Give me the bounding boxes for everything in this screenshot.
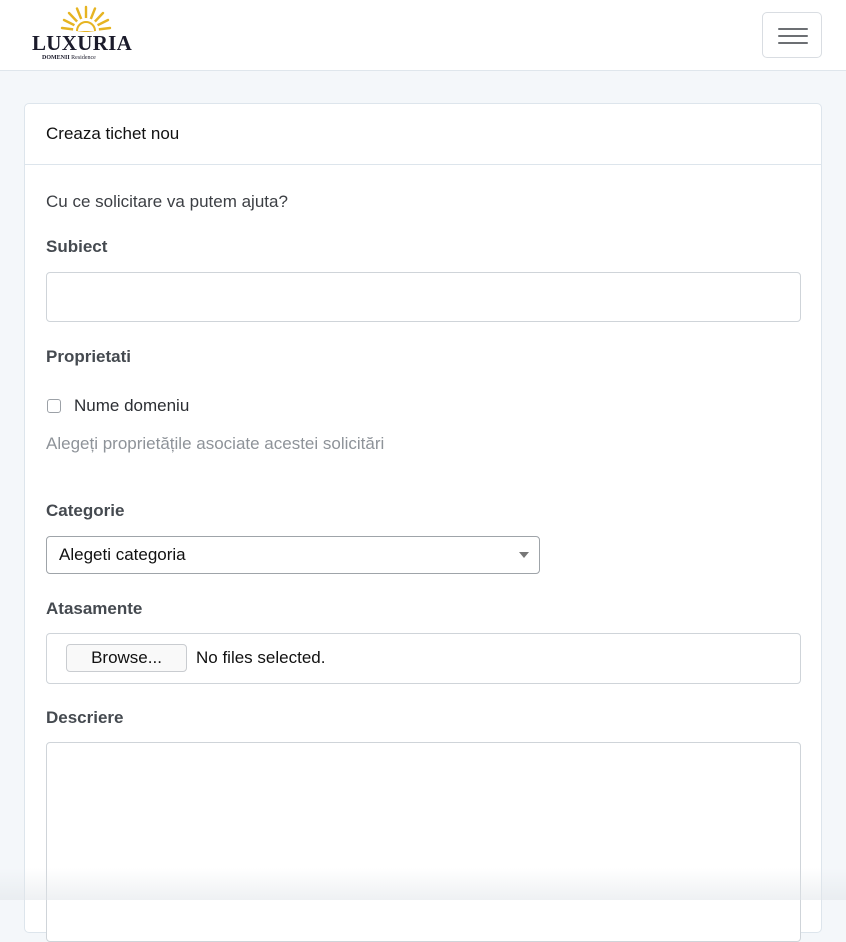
- description-textarea[interactable]: [46, 742, 801, 942]
- browse-button[interactable]: Browse...: [66, 644, 187, 672]
- description-label: Descriere: [46, 708, 124, 727]
- luxuria-logo[interactable]: LUXURIA DOMENII Residence: [30, 4, 142, 66]
- intro-text: Cu ce solicitare va putem ajuta?: [46, 192, 288, 211]
- subject-input[interactable]: [46, 272, 801, 322]
- create-ticket-card: Creaza tichet nou Cu ce solicitare va pu…: [24, 103, 822, 942]
- file-status-text: No files selected.: [196, 648, 326, 667]
- menu-toggle-button[interactable]: [762, 12, 822, 58]
- card-header: Creaza tichet nou: [25, 104, 821, 165]
- top-navbar: LUXURIA DOMENII Residence: [0, 0, 846, 71]
- logo-tagline-regular: Residence: [71, 55, 96, 61]
- logo-tagline: DOMENII Residence: [42, 55, 96, 61]
- logo-tagline-bold: DOMENII: [42, 55, 70, 61]
- subject-label: Subiect: [46, 237, 108, 256]
- dropdown-arrow-icon: [519, 552, 529, 558]
- category-selected-value: Alegeti categoria: [59, 545, 186, 564]
- attachments-file-input[interactable]: Browse... No files selected.: [46, 633, 801, 684]
- property-checkbox-label[interactable]: Nume domeniu: [74, 396, 189, 416]
- category-label: Categorie: [46, 501, 125, 520]
- property-checkbox[interactable]: [47, 399, 61, 413]
- attachments-label: Atasamente: [46, 599, 143, 618]
- properties-label: Proprietati: [46, 347, 132, 366]
- logo-wordmark: LUXURIA: [32, 31, 133, 55]
- sun-logo-icon: [60, 5, 112, 32]
- properties-help-text: Alegeți proprietățile asociate acestei s…: [46, 434, 385, 453]
- category-select[interactable]: Alegeti categoria: [46, 536, 540, 574]
- card-title: Creaza tichet nou: [46, 124, 180, 143]
